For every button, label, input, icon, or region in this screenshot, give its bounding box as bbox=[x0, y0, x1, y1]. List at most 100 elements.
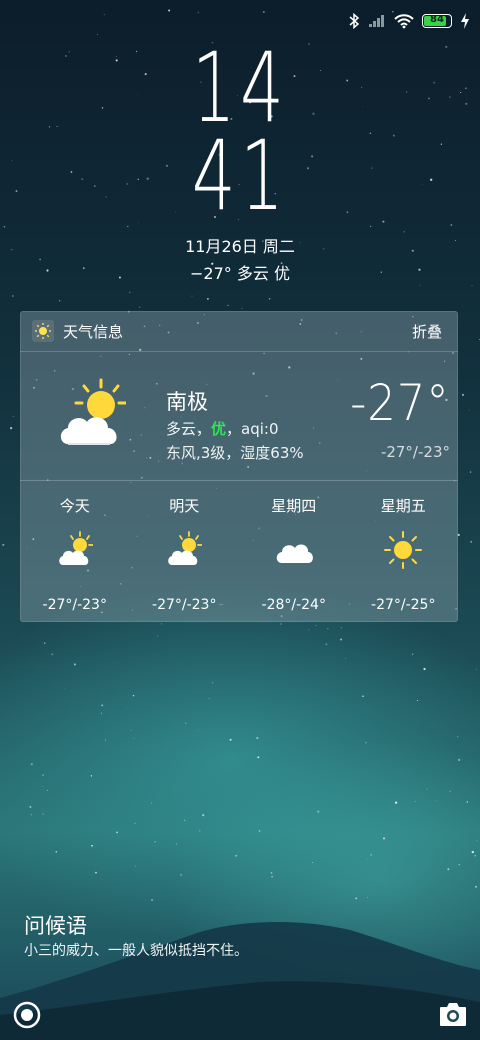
star bbox=[456, 736, 459, 738]
star bbox=[51, 653, 54, 656]
star bbox=[127, 225, 129, 228]
star bbox=[168, 9, 171, 12]
star bbox=[419, 284, 421, 286]
star bbox=[458, 864, 460, 866]
star bbox=[471, 850, 474, 854]
star bbox=[91, 844, 93, 847]
star bbox=[412, 653, 414, 655]
star bbox=[184, 819, 186, 821]
star bbox=[11, 295, 14, 297]
signal-icon bbox=[369, 15, 384, 27]
forecast-day: 星期四 -28°/-24° bbox=[239, 481, 349, 621]
star bbox=[176, 843, 178, 845]
greeting-text: 小三的威力、一般人貌似抵挡不住。 bbox=[24, 943, 248, 959]
star bbox=[471, 285, 473, 287]
current-weather: 南极 多云，优，aqi:0 东风,3级，湿度63% -27° -27°/-23° bbox=[20, 352, 458, 481]
star bbox=[465, 102, 468, 105]
today-range: -27°/-23° bbox=[380, 443, 450, 461]
star bbox=[435, 799, 437, 801]
star bbox=[258, 830, 261, 832]
star bbox=[211, 681, 214, 684]
star bbox=[42, 786, 44, 788]
star bbox=[198, 729, 199, 731]
star bbox=[58, 300, 61, 302]
star bbox=[340, 627, 342, 629]
battery-indicator: 84 bbox=[422, 14, 452, 28]
forecast-day: 明天 -27°/-23° bbox=[130, 481, 240, 621]
star bbox=[257, 756, 260, 759]
star bbox=[469, 471, 472, 473]
star bbox=[474, 855, 476, 857]
camera-shortcut-button[interactable] bbox=[438, 1000, 468, 1032]
star bbox=[421, 183, 423, 185]
star bbox=[280, 623, 282, 625]
star bbox=[202, 814, 205, 817]
star bbox=[133, 737, 135, 739]
record-icon bbox=[13, 1001, 41, 1029]
star bbox=[317, 810, 320, 813]
forecast-range: -27°/-23° bbox=[42, 597, 107, 613]
star bbox=[29, 805, 32, 809]
weather-card[interactable]: 天气信息 折叠 南极 多云，优，aqi:0 东风,3级，湿度63% -27° -… bbox=[20, 311, 458, 622]
star bbox=[90, 775, 93, 777]
star bbox=[191, 295, 193, 297]
star bbox=[311, 861, 313, 863]
forecast-day: 今天 -27°/-23° bbox=[20, 481, 130, 621]
forecast-range: -27°/-25° bbox=[371, 597, 436, 613]
fold-button[interactable]: 折叠 bbox=[412, 321, 442, 342]
forecast-day-name: 星期四 bbox=[271, 497, 317, 515]
star bbox=[414, 801, 416, 802]
star bbox=[48, 126, 50, 128]
star bbox=[308, 629, 310, 631]
star bbox=[132, 694, 135, 697]
star bbox=[101, 704, 104, 707]
star bbox=[199, 830, 201, 832]
star bbox=[268, 298, 271, 300]
star bbox=[369, 853, 373, 856]
star bbox=[440, 143, 443, 145]
star bbox=[11, 159, 13, 161]
star bbox=[365, 741, 367, 744]
star bbox=[3, 225, 6, 228]
star bbox=[2, 543, 5, 546]
star bbox=[207, 298, 209, 300]
star bbox=[95, 871, 97, 874]
star bbox=[55, 850, 58, 853]
star bbox=[227, 304, 229, 306]
lock-shortcut-button[interactable] bbox=[12, 1000, 42, 1034]
star bbox=[10, 427, 13, 430]
star bbox=[460, 91, 462, 94]
star bbox=[461, 393, 465, 396]
star bbox=[327, 628, 329, 630]
wifi-icon bbox=[394, 14, 414, 29]
star bbox=[229, 738, 232, 741]
charging-icon bbox=[461, 13, 469, 29]
star bbox=[12, 415, 14, 417]
greeting-title: 问候语 bbox=[24, 914, 87, 938]
battery-level: 84 bbox=[430, 14, 444, 25]
star bbox=[154, 840, 156, 843]
forecast-range: -28°/-24° bbox=[261, 597, 326, 613]
weather-card-header: 天气信息 折叠 bbox=[20, 311, 458, 352]
camera-icon bbox=[440, 1003, 466, 1026]
star bbox=[134, 822, 136, 825]
star bbox=[31, 814, 33, 816]
bluetooth-icon bbox=[349, 13, 360, 29]
star bbox=[116, 831, 118, 834]
star bbox=[394, 801, 398, 804]
star bbox=[466, 801, 469, 803]
lock-weather-summary: −27° 多云 优 bbox=[190, 264, 290, 283]
star bbox=[447, 868, 450, 871]
star bbox=[150, 802, 152, 804]
star bbox=[135, 865, 137, 867]
star bbox=[315, 625, 317, 627]
star bbox=[197, 11, 199, 14]
star bbox=[15, 190, 18, 193]
star bbox=[185, 722, 187, 724]
star bbox=[44, 642, 46, 644]
star bbox=[426, 788, 428, 790]
star bbox=[430, 178, 433, 181]
weather-description: 多云，优，aqi:0 bbox=[166, 418, 279, 439]
star bbox=[417, 700, 419, 701]
star bbox=[256, 736, 259, 740]
